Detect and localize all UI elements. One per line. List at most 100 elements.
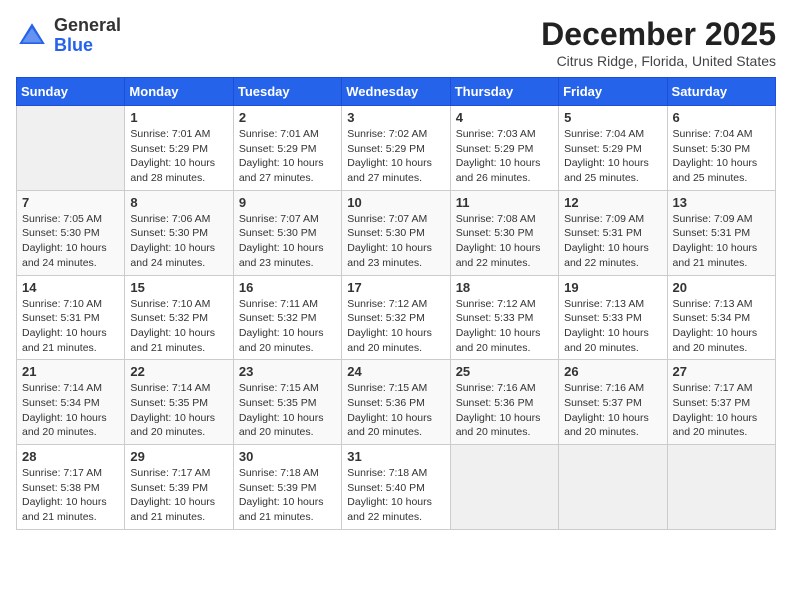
- calendar-cell: 17Sunrise: 7:12 AMSunset: 5:32 PMDayligh…: [342, 275, 450, 360]
- day-info: Sunrise: 7:17 AMSunset: 5:37 PMDaylight:…: [673, 381, 770, 440]
- day-of-week-tuesday: Tuesday: [233, 78, 341, 106]
- calendar-cell: 28 Sunrise: 7:17 AMSunset: 5:38 PMDayligh…: [17, 445, 125, 530]
- day-number: 8: [130, 195, 227, 210]
- day-number: 5: [564, 110, 661, 125]
- calendar-cell: 29 Sunrise: 7:17 AMSunset: 5:39 PMDayligh…: [125, 445, 233, 530]
- day-info: Sunrise: 7:04 AMSunset: 5:29 PMDaylight:…: [564, 127, 661, 186]
- day-of-week-sunday: Sunday: [17, 78, 125, 106]
- day-number: 1: [130, 110, 227, 125]
- day-info: Sunrise: 7:12 AMSunset: 5:32 PMDaylight:…: [347, 297, 444, 356]
- day-info: Sunrise: 7:18 AMSunset: 5:40 PMDaylight:…: [347, 466, 444, 525]
- day-info: Sunrise: 7:14 AMSunset: 5:34 PMDaylight:…: [22, 381, 119, 440]
- calendar-cell: 1 Sunrise: 7:01 AMSunset: 5:29 PMDaylight…: [125, 106, 233, 191]
- day-info: Sunrise: 7:09 AMSunset: 5:31 PMDaylight:…: [564, 212, 661, 271]
- calendar-cell: 31 Sunrise: 7:18 AMSunset: 5:40 PMDayligh…: [342, 445, 450, 530]
- day-info: Sunrise: 7:16 AMSunset: 5:37 PMDaylight:…: [564, 381, 661, 440]
- day-info: Sunrise: 7:10 AMSunset: 5:31 PMDaylight:…: [22, 297, 119, 356]
- day-number: 10: [347, 195, 444, 210]
- calendar-cell: 27 Sunrise: 7:17 AMSunset: 5:37 PMDayligh…: [667, 360, 775, 445]
- calendar-cell: 19Sunrise: 7:13 AMSunset: 5:33 PMDayligh…: [559, 275, 667, 360]
- day-number: 2: [239, 110, 336, 125]
- day-number: 20: [673, 280, 770, 295]
- day-number: 24: [347, 364, 444, 379]
- day-info: Sunrise: 7:07 AMSunset: 5:30 PMDaylight:…: [239, 212, 336, 271]
- day-number: 14: [22, 280, 119, 295]
- day-number: 31: [347, 449, 444, 464]
- calendar-cell: [667, 445, 775, 530]
- calendar-cell: 15Sunrise: 7:10 AMSunset: 5:32 PMDayligh…: [125, 275, 233, 360]
- day-number: 28: [22, 449, 119, 464]
- calendar-cell: [450, 445, 558, 530]
- day-info: Sunrise: 7:06 AMSunset: 5:30 PMDaylight:…: [130, 212, 227, 271]
- calendar-cell: 13 Sunrise: 7:09 AMSunset: 5:31 PMDayligh…: [667, 190, 775, 275]
- day-of-week-saturday: Saturday: [667, 78, 775, 106]
- day-info: Sunrise: 7:11 AMSunset: 5:32 PMDaylight:…: [239, 297, 336, 356]
- calendar-cell: 7 Sunrise: 7:05 AMSunset: 5:30 PMDaylight…: [17, 190, 125, 275]
- day-info: Sunrise: 7:05 AMSunset: 5:30 PMDaylight:…: [22, 212, 119, 271]
- logo: General Blue: [16, 16, 121, 56]
- day-info: Sunrise: 7:15 AMSunset: 5:36 PMDaylight:…: [347, 381, 444, 440]
- day-number: 15: [130, 280, 227, 295]
- calendar-cell: 8 Sunrise: 7:06 AMSunset: 5:30 PMDaylight…: [125, 190, 233, 275]
- day-info: Sunrise: 7:01 AMSunset: 5:29 PMDaylight:…: [130, 127, 227, 186]
- day-info: Sunrise: 7:14 AMSunset: 5:35 PMDaylight:…: [130, 381, 227, 440]
- title-block: December 2025 Citrus Ridge, Florida, Uni…: [541, 16, 776, 69]
- day-info: Sunrise: 7:01 AMSunset: 5:29 PMDaylight:…: [239, 127, 336, 186]
- day-number: 11: [456, 195, 553, 210]
- calendar-cell: [559, 445, 667, 530]
- calendar-week-row: 28 Sunrise: 7:17 AMSunset: 5:38 PMDayligh…: [17, 445, 776, 530]
- day-number: 7: [22, 195, 119, 210]
- calendar-cell: 2 Sunrise: 7:01 AMSunset: 5:29 PMDaylight…: [233, 106, 341, 191]
- day-number: 13: [673, 195, 770, 210]
- day-of-week-monday: Monday: [125, 78, 233, 106]
- day-number: 25: [456, 364, 553, 379]
- day-info: Sunrise: 7:16 AMSunset: 5:36 PMDaylight:…: [456, 381, 553, 440]
- day-number: 9: [239, 195, 336, 210]
- day-number: 22: [130, 364, 227, 379]
- logo-icon: [16, 20, 48, 52]
- day-number: 6: [673, 110, 770, 125]
- calendar-cell: 24 Sunrise: 7:15 AMSunset: 5:36 PMDayligh…: [342, 360, 450, 445]
- calendar-cell: 18Sunrise: 7:12 AMSunset: 5:33 PMDayligh…: [450, 275, 558, 360]
- month-title: December 2025: [541, 16, 776, 53]
- calendar-cell: 23 Sunrise: 7:15 AMSunset: 5:35 PMDayligh…: [233, 360, 341, 445]
- calendar-cell: 10 Sunrise: 7:07 AMSunset: 5:30 PMDayligh…: [342, 190, 450, 275]
- calendar-cell: 5 Sunrise: 7:04 AMSunset: 5:29 PMDaylight…: [559, 106, 667, 191]
- day-info: Sunrise: 7:04 AMSunset: 5:30 PMDaylight:…: [673, 127, 770, 186]
- day-info: Sunrise: 7:02 AMSunset: 5:29 PMDaylight:…: [347, 127, 444, 186]
- day-info: Sunrise: 7:18 AMSunset: 5:39 PMDaylight:…: [239, 466, 336, 525]
- day-info: Sunrise: 7:07 AMSunset: 5:30 PMDaylight:…: [347, 212, 444, 271]
- calendar-cell: 20Sunrise: 7:13 AMSunset: 5:34 PMDayligh…: [667, 275, 775, 360]
- calendar-cell: 22 Sunrise: 7:14 AMSunset: 5:35 PMDayligh…: [125, 360, 233, 445]
- calendar-cell: 12Sunrise: 7:09 AMSunset: 5:31 PMDayligh…: [559, 190, 667, 275]
- day-number: 19: [564, 280, 661, 295]
- calendar-cell: 30 Sunrise: 7:18 AMSunset: 5:39 PMDayligh…: [233, 445, 341, 530]
- calendar-header-row: SundayMondayTuesdayWednesdayThursdayFrid…: [17, 78, 776, 106]
- calendar-week-row: 14 Sunrise: 7:10 AMSunset: 5:31 PMDayligh…: [17, 275, 776, 360]
- day-info: Sunrise: 7:17 AMSunset: 5:39 PMDaylight:…: [130, 466, 227, 525]
- day-number: 26: [564, 364, 661, 379]
- location: Citrus Ridge, Florida, United States: [541, 53, 776, 69]
- day-info: Sunrise: 7:08 AMSunset: 5:30 PMDaylight:…: [456, 212, 553, 271]
- calendar-cell: 14 Sunrise: 7:10 AMSunset: 5:31 PMDayligh…: [17, 275, 125, 360]
- day-of-week-friday: Friday: [559, 78, 667, 106]
- calendar-cell: 25 Sunrise: 7:16 AMSunset: 5:36 PMDayligh…: [450, 360, 558, 445]
- day-info: Sunrise: 7:03 AMSunset: 5:29 PMDaylight:…: [456, 127, 553, 186]
- calendar-week-row: 1 Sunrise: 7:01 AMSunset: 5:29 PMDaylight…: [17, 106, 776, 191]
- day-info: Sunrise: 7:17 AMSunset: 5:38 PMDaylight:…: [22, 466, 119, 525]
- calendar-week-row: 21 Sunrise: 7:14 AMSunset: 5:34 PMDayligh…: [17, 360, 776, 445]
- day-info: Sunrise: 7:15 AMSunset: 5:35 PMDaylight:…: [239, 381, 336, 440]
- day-info: Sunrise: 7:09 AMSunset: 5:31 PMDaylight:…: [673, 212, 770, 271]
- day-number: 27: [673, 364, 770, 379]
- day-number: 23: [239, 364, 336, 379]
- page-header: General Blue December 2025 Citrus Ridge,…: [16, 16, 776, 69]
- calendar-week-row: 7 Sunrise: 7:05 AMSunset: 5:30 PMDaylight…: [17, 190, 776, 275]
- day-number: 30: [239, 449, 336, 464]
- day-number: 21: [22, 364, 119, 379]
- day-of-week-thursday: Thursday: [450, 78, 558, 106]
- calendar-cell: 3Sunrise: 7:02 AMSunset: 5:29 PMDaylight…: [342, 106, 450, 191]
- day-of-week-wednesday: Wednesday: [342, 78, 450, 106]
- day-number: 4: [456, 110, 553, 125]
- day-number: 29: [130, 449, 227, 464]
- calendar-cell: 9 Sunrise: 7:07 AMSunset: 5:30 PMDaylight…: [233, 190, 341, 275]
